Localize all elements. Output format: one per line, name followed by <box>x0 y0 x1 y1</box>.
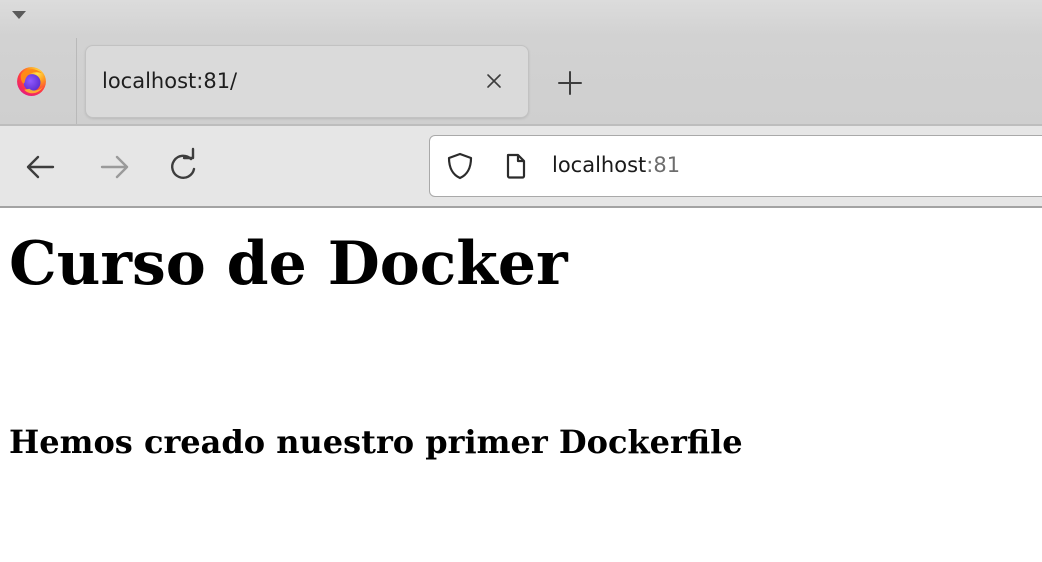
arrow-right-icon[interactable] <box>95 147 135 187</box>
tab-separator <box>76 38 77 125</box>
page-icon[interactable] <box>502 152 530 180</box>
navigation-toolbar: localhost:81 <box>0 126 1042 206</box>
page-subheading: Hemos creado nuestro primer Dockerfile <box>9 423 743 461</box>
address-bar[interactable]: localhost:81 <box>429 135 1042 197</box>
reload-icon[interactable] <box>164 147 204 187</box>
url-port: :81 <box>646 153 681 177</box>
active-tab[interactable]: localhost:81/ <box>86 46 528 117</box>
shield-icon[interactable] <box>445 151 475 181</box>
page-content: Curso de Docker Hemos creado nuestro pri… <box>0 208 1042 562</box>
browser-tab-strip: localhost:81/ <box>0 0 1042 125</box>
tab-title: localhost:81/ <box>102 69 238 93</box>
page-heading: Curso de Docker <box>9 229 568 299</box>
plus-icon[interactable] <box>556 69 584 97</box>
url-host: localhost <box>552 153 647 177</box>
url-text[interactable]: localhost:81 <box>552 150 680 180</box>
firefox-logo-icon[interactable] <box>15 65 48 98</box>
close-icon[interactable] <box>484 71 504 91</box>
list-all-tabs-icon[interactable] <box>12 11 26 19</box>
arrow-left-icon[interactable] <box>20 147 60 187</box>
